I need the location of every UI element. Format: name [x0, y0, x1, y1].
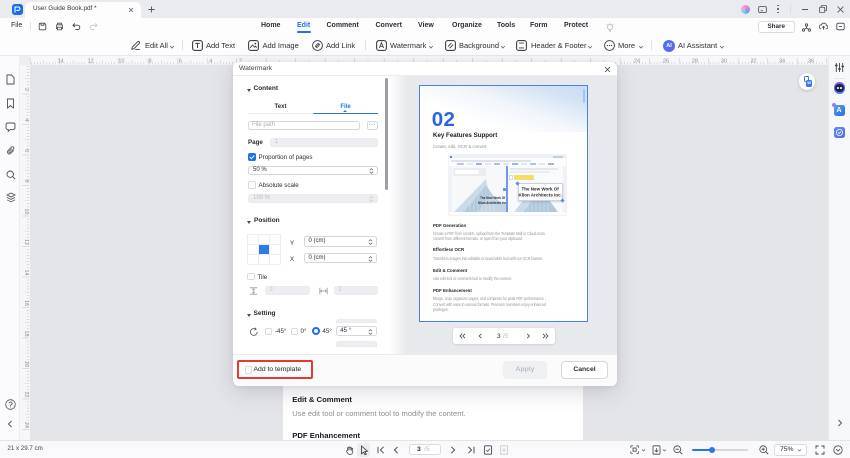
svg-text:6: 6	[179, 58, 182, 64]
svg-text:12: 12	[23, 239, 29, 245]
svg-text:22: 22	[23, 391, 29, 397]
svg-text:4: 4	[209, 58, 212, 64]
svg-text:26: 26	[663, 58, 669, 64]
svg-text:8: 8	[148, 58, 151, 64]
svg-text:18: 18	[23, 330, 29, 336]
svg-text:4: 4	[23, 118, 29, 121]
svg-text:14: 14	[23, 269, 29, 275]
svg-text:10: 10	[118, 58, 124, 64]
svg-text:14: 14	[58, 58, 64, 64]
svg-text:8: 8	[23, 179, 29, 182]
svg-text:20: 20	[23, 361, 29, 367]
svg-text:2: 2	[23, 88, 29, 91]
svg-text:28: 28	[692, 58, 698, 64]
svg-text:32: 32	[750, 58, 756, 64]
svg-text:36: 36	[808, 58, 814, 64]
svg-text:34: 34	[779, 58, 785, 64]
svg-text:24: 24	[634, 58, 640, 64]
svg-text:10: 10	[23, 208, 29, 214]
svg-text:16: 16	[23, 300, 29, 306]
svg-text:12: 12	[88, 58, 94, 64]
svg-text:24: 24	[23, 422, 29, 428]
svg-text:30: 30	[721, 58, 727, 64]
svg-text:6: 6	[23, 149, 29, 152]
